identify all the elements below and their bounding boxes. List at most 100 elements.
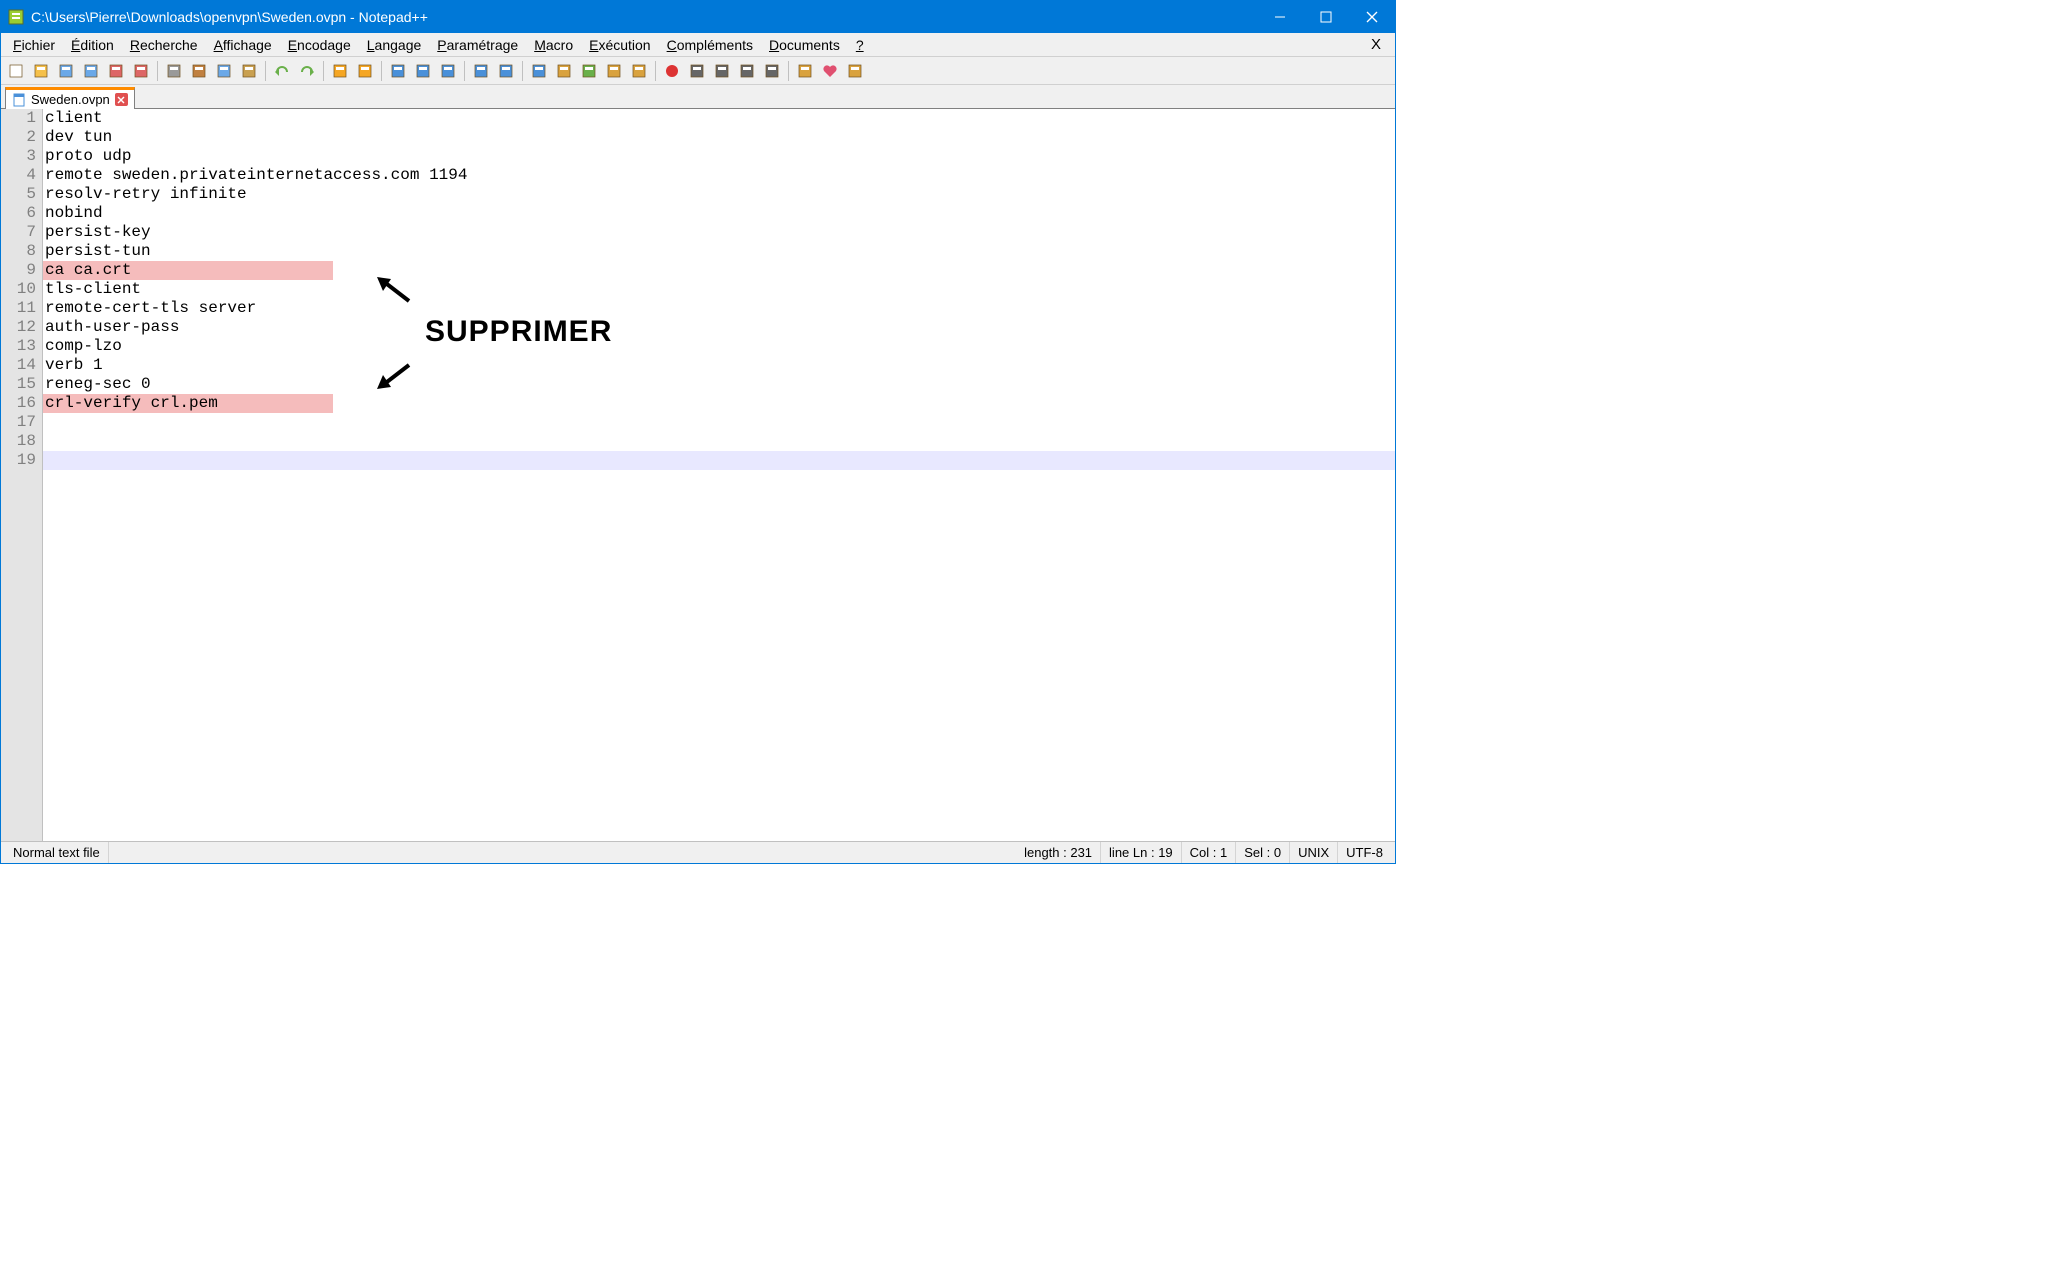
code-line[interactable]: remote sweden.privateinternetaccess.com …: [43, 166, 1395, 185]
find-button[interactable]: [329, 60, 351, 82]
line-number: 9: [1, 261, 36, 280]
open-button[interactable]: [30, 60, 52, 82]
code-line[interactable]: ca ca.crt: [43, 261, 333, 280]
close-all-button[interactable]: [130, 60, 152, 82]
status-line: line Ln : 19: [1101, 842, 1182, 863]
code-line[interactable]: [43, 432, 1395, 451]
line-number: 16: [1, 394, 36, 413]
code-line[interactable]: remote-cert-tls server: [43, 299, 1395, 318]
menu-recherche[interactable]: Recherche: [122, 35, 206, 55]
toolbar: [1, 57, 1395, 85]
zoom-in-button[interactable]: [387, 60, 409, 82]
maximize-button[interactable]: [1303, 1, 1349, 33]
cut-button[interactable]: [188, 60, 210, 82]
line-number: 11: [1, 299, 36, 318]
menu-macro[interactable]: Macro: [526, 35, 581, 55]
paste-button[interactable]: [238, 60, 260, 82]
line-number: 13: [1, 337, 36, 356]
menu-[interactable]: ?: [848, 35, 872, 55]
file-tab[interactable]: Sweden.ovpn: [5, 87, 135, 109]
redo-button[interactable]: [296, 60, 318, 82]
code-line[interactable]: resolv-retry infinite: [43, 185, 1395, 204]
code-line[interactable]: proto udp: [43, 147, 1395, 166]
code-line[interactable]: comp-lzo: [43, 337, 1395, 356]
spell-button[interactable]: [794, 60, 816, 82]
status-filetype: Normal text file: [5, 842, 109, 863]
menu-doc-close[interactable]: X: [1361, 34, 1391, 55]
menu-bar: FichierÉditionRechercheAffichageEncodage…: [1, 33, 1395, 57]
status-length: length : 231: [1016, 842, 1101, 863]
window-controls: [1257, 1, 1395, 33]
code-line[interactable]: nobind: [43, 204, 1395, 223]
all-chars-button[interactable]: [495, 60, 517, 82]
replace-button[interactable]: [354, 60, 376, 82]
menu-affichage[interactable]: Affichage: [206, 35, 280, 55]
line-number: 12: [1, 318, 36, 337]
tab-label: Sweden.ovpn: [31, 92, 110, 107]
play-button[interactable]: [711, 60, 733, 82]
code-line[interactable]: dev tun: [43, 128, 1395, 147]
new-button[interactable]: [5, 60, 27, 82]
heart-button[interactable]: [819, 60, 841, 82]
menu-documents[interactable]: Documents: [761, 35, 848, 55]
copy-button[interactable]: [213, 60, 235, 82]
donate-button[interactable]: [844, 60, 866, 82]
zoom-out-button[interactable]: [412, 60, 434, 82]
menu-paramtrage[interactable]: Paramétrage: [429, 35, 526, 55]
code-line[interactable]: [43, 451, 1395, 470]
menu-dition[interactable]: Édition: [63, 35, 122, 55]
editor[interactable]: 12345678910111213141516171819 clientdev …: [1, 109, 1395, 841]
line-number: 5: [1, 185, 36, 204]
stop-button[interactable]: [686, 60, 708, 82]
code-line[interactable]: [43, 413, 1395, 432]
minimize-button[interactable]: [1257, 1, 1303, 33]
status-bar: Normal text file length : 231 line Ln : …: [1, 841, 1395, 863]
doc-map-button[interactable]: [578, 60, 600, 82]
code-line[interactable]: tls-client: [43, 280, 1395, 299]
code-line[interactable]: persist-tun: [43, 242, 1395, 261]
record-button[interactable]: [661, 60, 683, 82]
tab-close-button[interactable]: [115, 93, 128, 106]
lang-button[interactable]: [553, 60, 575, 82]
line-number-gutter: 12345678910111213141516171819: [1, 109, 43, 841]
save-button[interactable]: [55, 60, 77, 82]
line-number: 10: [1, 280, 36, 299]
status-eol: UNIX: [1290, 842, 1338, 863]
app-window: C:\Users\Pierre\Downloads\openvpn\Sweden…: [0, 0, 1396, 864]
code-line[interactable]: verb 1: [43, 356, 1395, 375]
line-number: 3: [1, 147, 36, 166]
folder-button[interactable]: [628, 60, 650, 82]
code-line[interactable]: auth-user-pass: [43, 318, 1395, 337]
print-button[interactable]: [163, 60, 185, 82]
menu-encodage[interactable]: Encodage: [280, 35, 359, 55]
code-line[interactable]: persist-key: [43, 223, 1395, 242]
func-list-button[interactable]: [603, 60, 625, 82]
indent-button[interactable]: [528, 60, 550, 82]
close-button[interactable]: [105, 60, 127, 82]
menu-excution[interactable]: Exécution: [581, 35, 659, 55]
line-number: 19: [1, 451, 36, 470]
code-area[interactable]: clientdev tunproto udpremote sweden.priv…: [43, 109, 1395, 841]
line-number: 17: [1, 413, 36, 432]
menu-fichier[interactable]: Fichier: [5, 35, 63, 55]
sync-button[interactable]: [437, 60, 459, 82]
undo-button[interactable]: [271, 60, 293, 82]
line-number: 2: [1, 128, 36, 147]
wrap-button[interactable]: [470, 60, 492, 82]
tab-bar: Sweden.ovpn: [1, 85, 1395, 109]
save-all-button[interactable]: [80, 60, 102, 82]
title-bar: C:\Users\Pierre\Downloads\openvpn\Sweden…: [1, 1, 1395, 33]
close-button[interactable]: [1349, 1, 1395, 33]
line-number: 18: [1, 432, 36, 451]
status-sel: Sel : 0: [1236, 842, 1290, 863]
code-line[interactable]: reneg-sec 0: [43, 375, 1395, 394]
play-fast-button[interactable]: [736, 60, 758, 82]
status-col: Col : 1: [1182, 842, 1237, 863]
menu-langage[interactable]: Langage: [359, 35, 430, 55]
code-line[interactable]: crl-verify crl.pem: [43, 394, 333, 413]
run-button[interactable]: [761, 60, 783, 82]
menu-complments[interactable]: Compléments: [659, 35, 761, 55]
code-line[interactable]: client: [43, 109, 1395, 128]
status-encoding: UTF-8: [1338, 842, 1391, 863]
line-number: 14: [1, 356, 36, 375]
